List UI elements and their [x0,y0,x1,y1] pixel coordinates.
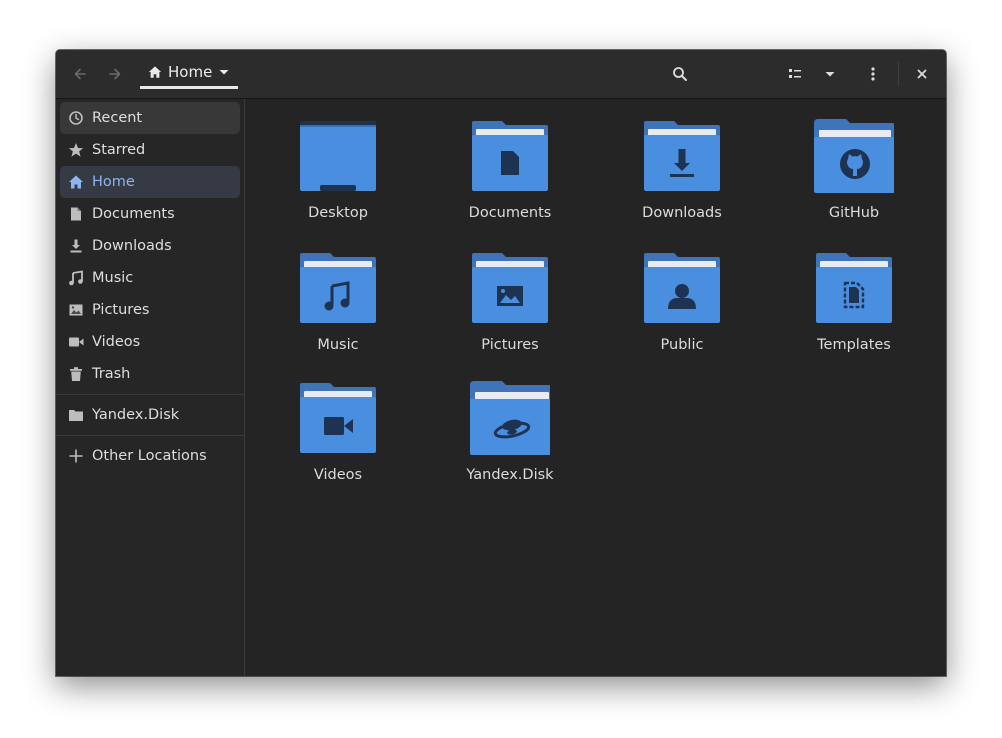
document-icon [501,151,519,175]
folder-icon [470,381,550,455]
search-button[interactable] [665,59,695,89]
view-mode-button[interactable] [780,59,810,89]
menu-button[interactable] [858,59,888,89]
star-icon [68,142,84,158]
sidebar-item-recent[interactable]: Recent [60,102,240,134]
chevron-down-icon [219,69,229,74]
folder-name: Public [660,337,704,353]
sidebar-item-home[interactable]: Home [60,166,240,198]
github-icon [840,149,870,179]
sidebar-item-label: Recent [92,110,143,126]
sidebar-item-label: Music [92,270,134,286]
sidebar-item-label: Pictures [92,302,150,318]
trash-icon [68,366,84,382]
kebab-menu-icon [871,67,875,81]
sidebar-item-music[interactable]: Music [60,262,240,294]
folder-item-pictures[interactable]: Pictures [440,251,580,373]
folder-item-downloads[interactable]: Downloads [612,119,752,241]
folder-name: Pictures [481,337,539,353]
folder-name: Yandex.Disk [466,467,554,483]
folder-item-documents[interactable]: Documents [440,119,580,241]
path-bar-label: Home [168,62,213,81]
sidebar-item-label: Downloads [92,238,172,254]
view-options-button[interactable] [815,59,845,89]
back-arrow-icon [74,68,86,80]
document-icon [68,206,84,222]
folder-item-templates[interactable]: Templates [784,251,924,373]
folder-name: Music [317,337,359,353]
sidebar-item-label: Trash [92,366,131,382]
folder-icon [300,383,376,453]
folder-name: Templates [817,337,891,353]
sidebar-item-documents[interactable]: Documents [60,198,240,230]
places-sidebar: Recent Starred Home Documents Downloads [56,99,245,676]
folder-icon [814,119,894,193]
sidebar-item-pictures[interactable]: Pictures [60,294,240,326]
sidebar-item-label: Videos [92,334,141,350]
sidebar-item-label: Yandex.Disk [92,407,180,423]
sidebar-item-trash[interactable]: Trash [60,358,240,390]
desktop-icon [300,121,376,191]
clock-icon [68,110,84,126]
back-button[interactable] [65,59,95,89]
home-icon [68,174,84,190]
folder-icon [68,407,84,423]
sidebar-item-label: Starred [92,142,146,158]
folder-name: Desktop [308,205,368,221]
forward-button[interactable] [100,59,130,89]
home-icon [148,65,162,78]
picture-icon [68,302,84,318]
search-icon [673,67,687,81]
folder-icon [300,253,376,323]
path-bar-home-button[interactable]: Home [140,57,239,89]
folder-item-public[interactable]: Public [612,251,752,373]
sidebar-item-starred[interactable]: Starred [60,134,240,166]
file-manager-window: Home Recent Starred Home Documents Downl… [56,50,946,676]
header-bar: Home [56,50,946,99]
video-camera-icon [68,334,84,350]
folder-item-yandex-disk[interactable]: Yandex.Disk [440,381,580,503]
forward-arrow-icon [109,68,121,80]
folder-item-desktop[interactable]: Desktop [268,119,408,241]
folder-name: Videos [313,467,363,483]
folder-icon [472,121,548,191]
folder-item-music[interactable]: Music [268,251,408,373]
list-view-icon [789,69,801,78]
sidebar-item-other-locations[interactable]: Other Locations [60,440,240,472]
folder-name: Documents [468,205,552,221]
sidebar-item-yandex-disk[interactable]: Yandex.Disk [60,399,240,431]
sidebar-divider [56,394,244,395]
folder-icon [644,253,720,323]
sidebar-item-downloads[interactable]: Downloads [60,230,240,262]
close-icon [917,69,927,79]
folder-item-videos[interactable]: Videos [268,381,408,503]
chevron-down-icon [825,72,835,77]
folder-icon [644,121,720,191]
sidebar-item-label: Home [92,174,135,190]
folder-name: Downloads [642,205,722,221]
sidebar-item-label: Documents [92,206,175,222]
picture-icon [497,286,523,306]
download-icon [68,238,84,254]
header-separator [898,62,899,86]
folder-name: GitHub [828,205,880,221]
close-button[interactable] [907,59,937,89]
folder-icon [472,253,548,323]
folder-icon [816,253,892,323]
file-grid: Desktop Documents Downloads GitHub Music… [245,99,946,676]
music-note-icon [68,270,84,286]
plus-icon [68,448,84,464]
sidebar-item-label: Other Locations [92,448,207,464]
sidebar-item-videos[interactable]: Videos [60,326,240,358]
sidebar-divider [56,435,244,436]
folder-item-github[interactable]: GitHub [784,119,924,241]
